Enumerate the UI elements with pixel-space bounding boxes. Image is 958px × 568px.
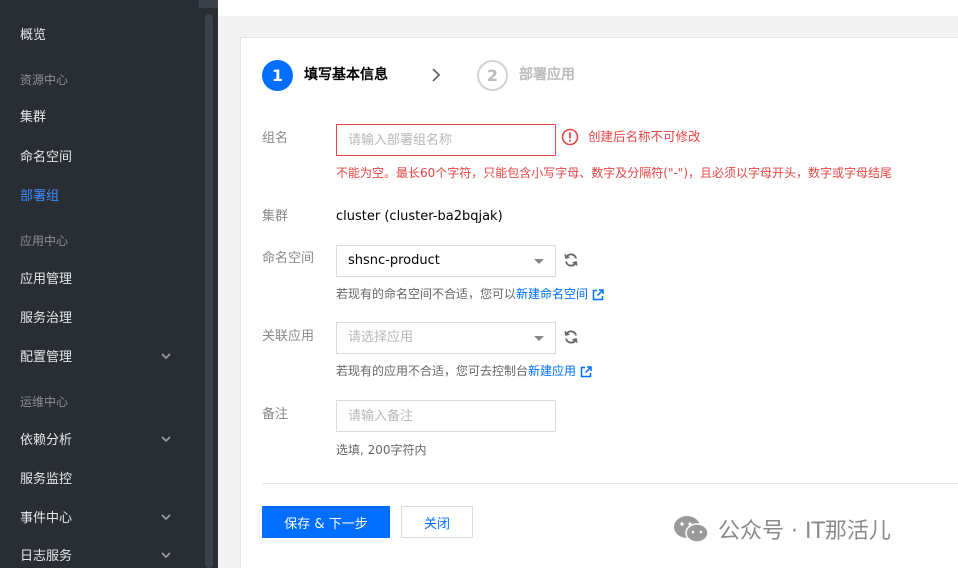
- step-1-indicator: 1: [262, 60, 293, 91]
- sidebar-item-config-management[interactable]: 配置管理: [20, 347, 72, 369]
- sidebar-item-app-management[interactable]: 应用管理: [20, 269, 72, 291]
- app-label: 关联应用: [262, 329, 315, 344]
- chevron-down-icon[interactable]: [160, 511, 172, 523]
- namespace-hint: 若现有的命名空间不合适，您可以新建命名空间: [336, 284, 604, 304]
- refresh-icon[interactable]: [563, 252, 579, 268]
- caret-down-icon: [534, 259, 544, 264]
- sidebar-group-ops-center: 运维中心: [20, 395, 69, 409]
- external-link-icon[interactable]: [580, 365, 592, 378]
- namespace-select[interactable]: shsnc-product: [336, 245, 556, 277]
- remark-hint: 选填, 200字符内: [336, 443, 427, 457]
- top-strip: [218, 0, 958, 16]
- sidebar: 概览 资源中心 集群 命名空间 部署组 应用中心 应用管理 服务治理 配置管理 …: [0, 0, 218, 568]
- group-name-error: 不能为空。最长60个字符，只能包含小写字母、数字及分隔符("-")，且必须以字母…: [336, 166, 893, 180]
- sidebar-item-deploy-group[interactable]: 部署组: [20, 186, 59, 208]
- group-name-input[interactable]: [336, 124, 556, 156]
- app-select[interactable]: 请选择应用: [336, 322, 556, 354]
- chevron-down-icon[interactable]: [160, 433, 172, 445]
- namespace-selected-value: shsnc-product: [348, 253, 440, 268]
- sidebar-item-namespace[interactable]: 命名空间: [20, 147, 72, 169]
- cluster-value: cluster (cluster-ba2bqjak): [336, 209, 503, 224]
- watermark: 公众号 · IT那活儿: [672, 513, 891, 545]
- sidebar-item-dependency-analysis[interactable]: 依赖分析: [20, 430, 72, 452]
- step-1-label: 填写基本信息: [304, 67, 388, 83]
- watermark-text: 公众号 · IT那活儿: [718, 519, 891, 544]
- sidebar-group-resource-center: 资源中心: [20, 73, 69, 87]
- sidebar-item-service-governance[interactable]: 服务治理: [20, 308, 72, 330]
- sidebar-scroll-top: [199, 0, 218, 8]
- external-link-icon[interactable]: [592, 288, 604, 301]
- namespace-hint-text: 若现有的命名空间不合适，您可以: [336, 287, 517, 301]
- caret-down-icon: [534, 336, 544, 341]
- sidebar-item-overview[interactable]: 概览: [20, 25, 46, 47]
- group-name-warning: 创建后名称不可修改: [588, 129, 701, 144]
- namespace-label: 命名空间: [262, 251, 315, 266]
- step-2-indicator: 2: [477, 60, 508, 91]
- group-name-label: 组名: [262, 131, 289, 146]
- step-2-label: 部署应用: [519, 67, 575, 83]
- sidebar-item-event-center[interactable]: 事件中心: [20, 508, 72, 530]
- chevron-down-icon[interactable]: [160, 549, 172, 561]
- sidebar-item-cluster[interactable]: 集群: [20, 107, 46, 129]
- sidebar-item-log-service[interactable]: 日志服务: [20, 546, 72, 568]
- wechat-icon: [674, 516, 709, 543]
- close-button[interactable]: 关闭: [401, 506, 473, 538]
- refresh-icon[interactable]: [563, 329, 579, 345]
- chevron-down-icon[interactable]: [160, 350, 172, 362]
- app-hint-text: 若现有的应用不合适，您可去控制台: [336, 364, 529, 378]
- sidebar-item-service-monitoring[interactable]: 服务监控: [20, 469, 72, 491]
- remark-input[interactable]: [336, 400, 556, 432]
- cluster-label: 集群: [262, 209, 289, 224]
- sidebar-group-app-center: 应用中心: [20, 234, 69, 248]
- create-namespace-link[interactable]: 新建命名空间: [516, 287, 588, 301]
- save-next-button[interactable]: 保存 & 下一步: [262, 506, 390, 538]
- warning-icon: [561, 128, 579, 146]
- sidebar-scrollbar[interactable]: [205, 14, 213, 568]
- remark-label: 备注: [262, 407, 289, 422]
- create-app-link[interactable]: 新建应用: [528, 364, 576, 378]
- chevron-right-icon: [430, 68, 442, 82]
- app-hint: 若现有的应用不合适，您可去控制台新建应用: [336, 361, 592, 381]
- app-select-placeholder: 请选择应用: [348, 330, 414, 345]
- divider: [262, 483, 958, 484]
